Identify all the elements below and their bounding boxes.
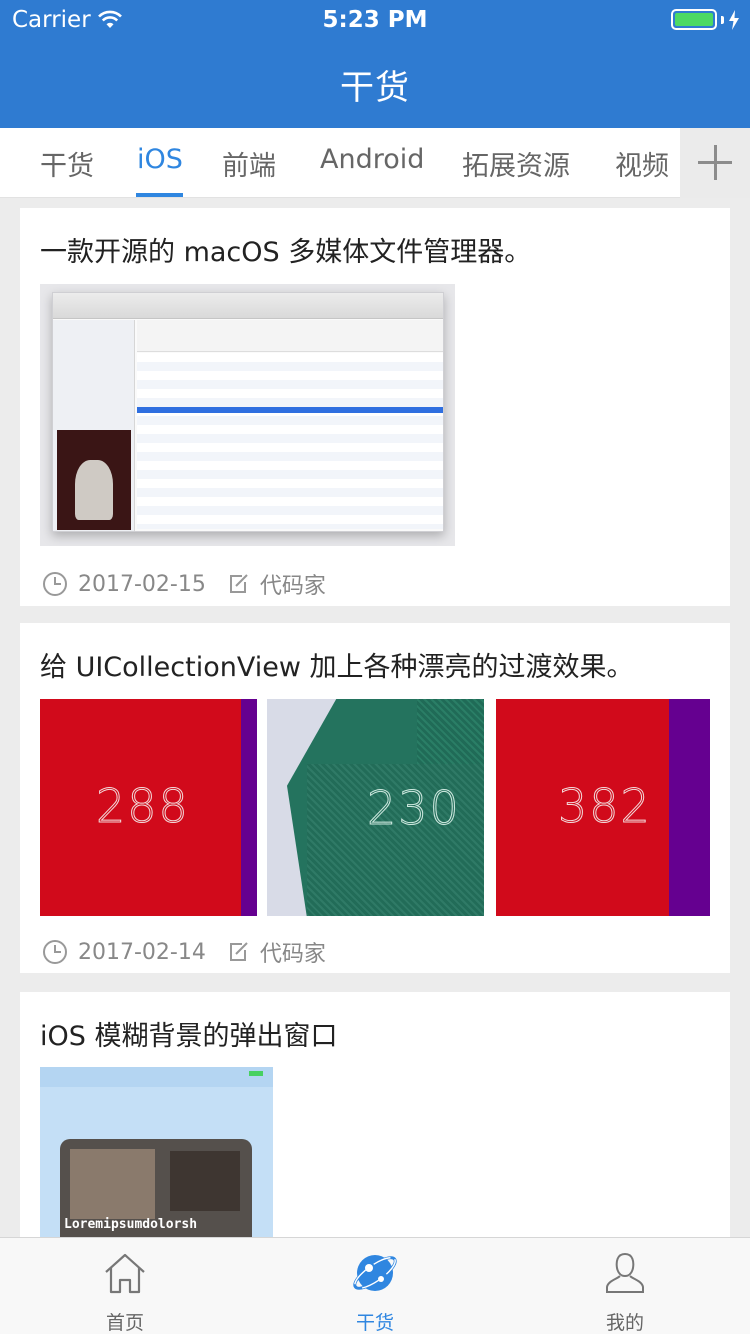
article-date: 2017-02-15 — [78, 571, 206, 597]
category-tab-bar: 干货 iOS 前端 Android 拓展资源 视频 — [0, 128, 750, 198]
tabbar-mine[interactable]: 我的 — [500, 1238, 750, 1334]
tab-ganhuo[interactable]: 干货 — [40, 144, 94, 183]
tab-android[interactable]: Android — [320, 144, 424, 175]
edit-icon — [229, 574, 248, 593]
edit-icon — [229, 942, 248, 961]
tab-ios[interactable]: iOS — [137, 144, 183, 175]
tab-resources[interactable]: 拓展资源 — [462, 144, 570, 183]
page-title: 干货 — [340, 68, 410, 108]
home-icon — [105, 1253, 145, 1294]
article-thumbnail[interactable]: 288 — [40, 699, 257, 916]
article-meta: 2017-02-14 代码家 — [42, 936, 326, 968]
thumbnail-caption: Loremipsumdolorsh — [64, 1217, 198, 1232]
article-date: 2017-02-14 — [78, 939, 206, 965]
article-author: 代码家 — [259, 574, 326, 599]
article-card[interactable]: 给 UICollectionView 加上各种漂亮的过渡效果。 288 230 … — [20, 623, 730, 973]
tabbar-ganhuo-label: 干货 — [355, 1312, 394, 1334]
article-card[interactable]: 一款开源的 macOS 多媒体文件管理器。 2017-02-15 代码家 — [20, 208, 730, 606]
article-title: 给 UICollectionView 加上各种漂亮的过渡效果。 — [40, 652, 634, 683]
navigation-header: Carrier 5:23 PM 干货 — [0, 0, 750, 128]
thumbnail-number: 288 — [96, 779, 190, 834]
battery-indicator — [671, 9, 740, 30]
status-bar: Carrier 5:23 PM — [0, 0, 750, 40]
tab-video[interactable]: 视频 — [615, 144, 669, 183]
thumbnail-number: 230 — [367, 781, 461, 836]
article-thumbnail[interactable] — [40, 284, 455, 546]
planet-icon — [353, 1255, 397, 1291]
clock-icon — [43, 572, 67, 596]
status-time: 5:23 PM — [322, 7, 428, 33]
charging-icon — [729, 9, 739, 30]
battery-icon — [671, 9, 717, 30]
article-title: 一款开源的 macOS 多媒体文件管理器。 — [40, 237, 532, 268]
tabbar-home[interactable]: 首页 — [0, 1238, 250, 1334]
tabbar-ganhuo[interactable]: 干货 — [250, 1238, 500, 1334]
tabbar-home-label: 首页 — [105, 1312, 144, 1334]
article-thumbnail[interactable]: Loremipsumdolorsh — [40, 1067, 273, 1242]
article-author: 代码家 — [259, 942, 326, 967]
article-thumbnail[interactable]: 230 — [267, 699, 484, 916]
article-card[interactable]: iOS 模糊背景的弹出窗口 Loremipsumdolorsh — [20, 992, 730, 1242]
clock-icon — [43, 940, 67, 964]
tabbar-mine-label: 我的 — [605, 1312, 644, 1334]
article-thumbnail[interactable]: 382 — [496, 699, 710, 916]
add-category-button[interactable] — [680, 128, 750, 198]
article-title: iOS 模糊背景的弹出窗口 — [40, 1021, 338, 1052]
bottom-tab-bar: 首页 干货 我的 — [0, 1237, 750, 1334]
tab-frontend[interactable]: 前端 — [222, 144, 276, 183]
thumbnail-number: 382 — [558, 779, 652, 834]
active-tab-indicator — [136, 193, 183, 197]
article-meta: 2017-02-15 代码家 — [42, 568, 326, 600]
user-icon — [606, 1252, 644, 1293]
